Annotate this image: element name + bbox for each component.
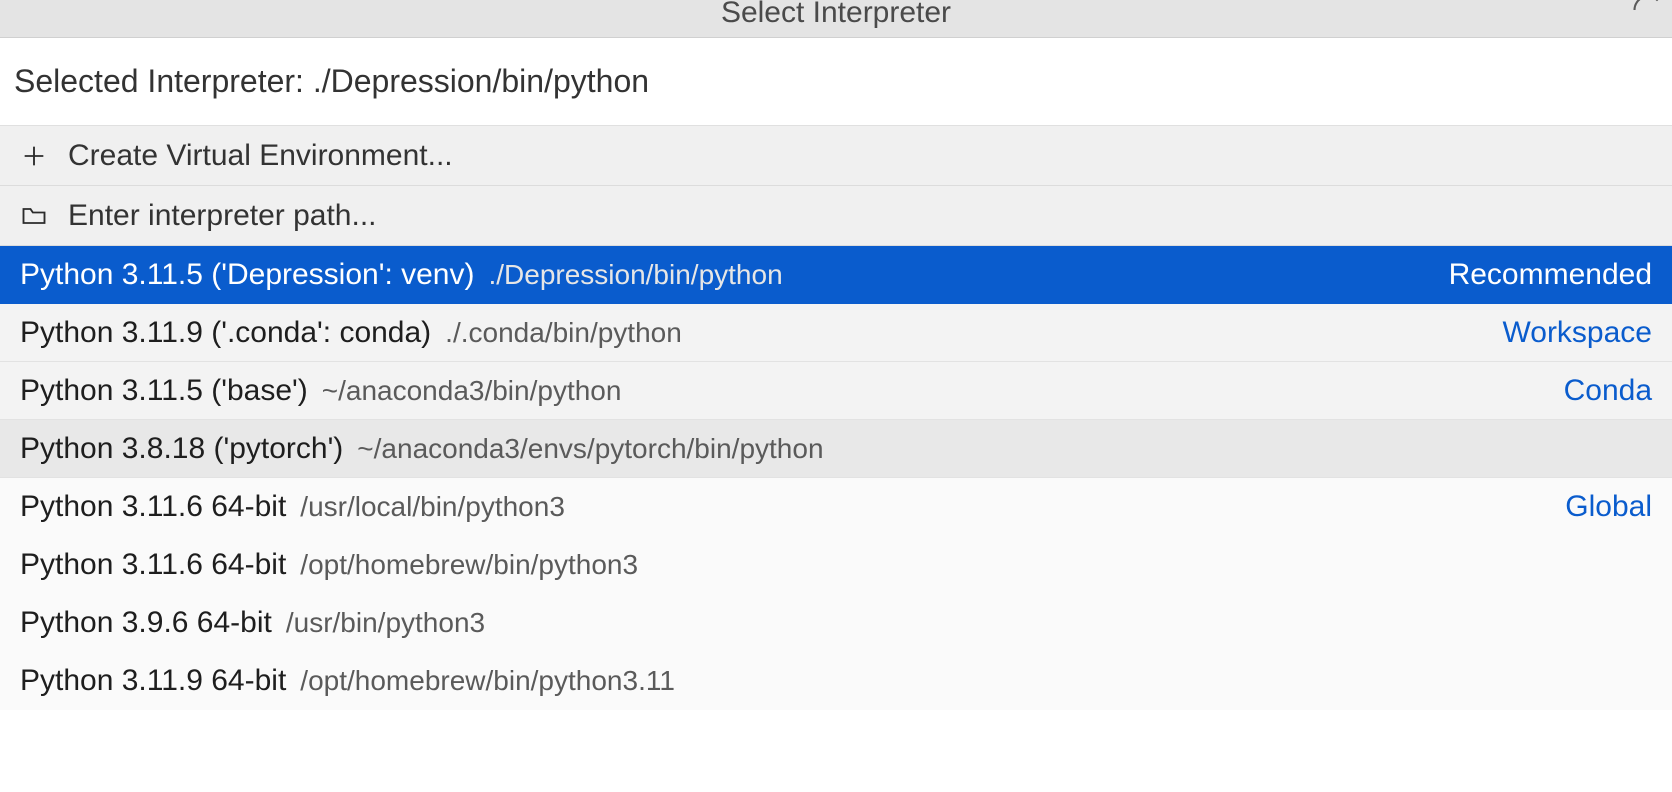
interpreter-item[interactable]: Python 3.11.6 64-bit /opt/homebrew/bin/p… <box>0 536 1672 594</box>
interpreter-badge: Global <box>1553 490 1652 524</box>
interpreter-name: Python 3.11.5 ('base') <box>20 374 308 408</box>
plus-icon <box>18 142 50 170</box>
interpreter-name: Python 3.11.6 64-bit <box>20 490 286 524</box>
interpreter-path: ./Depression/bin/python <box>488 259 782 291</box>
interpreter-path: /opt/homebrew/bin/python3.11 <box>300 665 675 697</box>
interpreter-path: ~/anaconda3/bin/python <box>322 375 622 407</box>
interpreter-path: ~/anaconda3/envs/pytorch/bin/python <box>357 433 823 465</box>
interpreter-input[interactable] <box>14 38 1658 125</box>
interpreter-path: /usr/local/bin/python3 <box>300 491 565 523</box>
interpreter-path: /usr/bin/python3 <box>286 607 485 639</box>
interpreter-badge: Conda <box>1552 374 1652 408</box>
interpreter-item[interactable]: Python 3.9.6 64-bit /usr/bin/python3 <box>0 594 1672 652</box>
enter-path-action[interactable]: Enter interpreter path... <box>0 186 1672 246</box>
interpreter-item[interactable]: Python 3.11.5 ('base') ~/anaconda3/bin/p… <box>0 362 1672 420</box>
interpreter-name: Python 3.8.18 ('pytorch') <box>20 432 343 466</box>
enter-path-label: Enter interpreter path... <box>68 199 377 233</box>
interpreter-item[interactable]: Python 3.11.9 ('.conda': conda) ./.conda… <box>0 304 1672 362</box>
interpreter-item[interactable]: Python 3.11.6 64-bit /usr/local/bin/pyth… <box>0 478 1672 536</box>
dialog-title: Select Interpreter <box>721 0 951 30</box>
interpreter-name: Python 3.11.6 64-bit <box>20 548 286 582</box>
folder-icon <box>18 202 50 230</box>
interpreter-path: ./.conda/bin/python <box>445 317 682 349</box>
interpreter-badge: Workspace <box>1490 316 1652 350</box>
create-venv-label: Create Virtual Environment... <box>68 139 453 173</box>
interpreter-badge: Recommended <box>1437 258 1652 292</box>
interpreter-name: Python 3.11.9 64-bit <box>20 664 286 698</box>
dialog-header: Select Interpreter <box>0 0 1672 38</box>
create-venv-action[interactable]: Create Virtual Environment... <box>0 126 1672 186</box>
interpreter-item[interactable]: Python 3.11.5 ('Depression': venv) ./Dep… <box>0 246 1672 304</box>
interpreter-path: /opt/homebrew/bin/python3 <box>300 549 638 581</box>
interpreter-item[interactable]: Python 3.11.9 64-bit /opt/homebrew/bin/p… <box>0 652 1672 710</box>
interpreter-name: Python 3.11.5 ('Depression': venv) <box>20 258 474 292</box>
interpreter-name: Python 3.11.9 ('.conda': conda) <box>20 316 431 350</box>
interpreter-item[interactable]: Python 3.8.18 ('pytorch') ~/anaconda3/en… <box>0 420 1672 478</box>
refresh-icon[interactable] <box>1630 0 1666 28</box>
interpreter-name: Python 3.9.6 64-bit <box>20 606 272 640</box>
interpreter-input-row[interactable] <box>0 38 1672 126</box>
